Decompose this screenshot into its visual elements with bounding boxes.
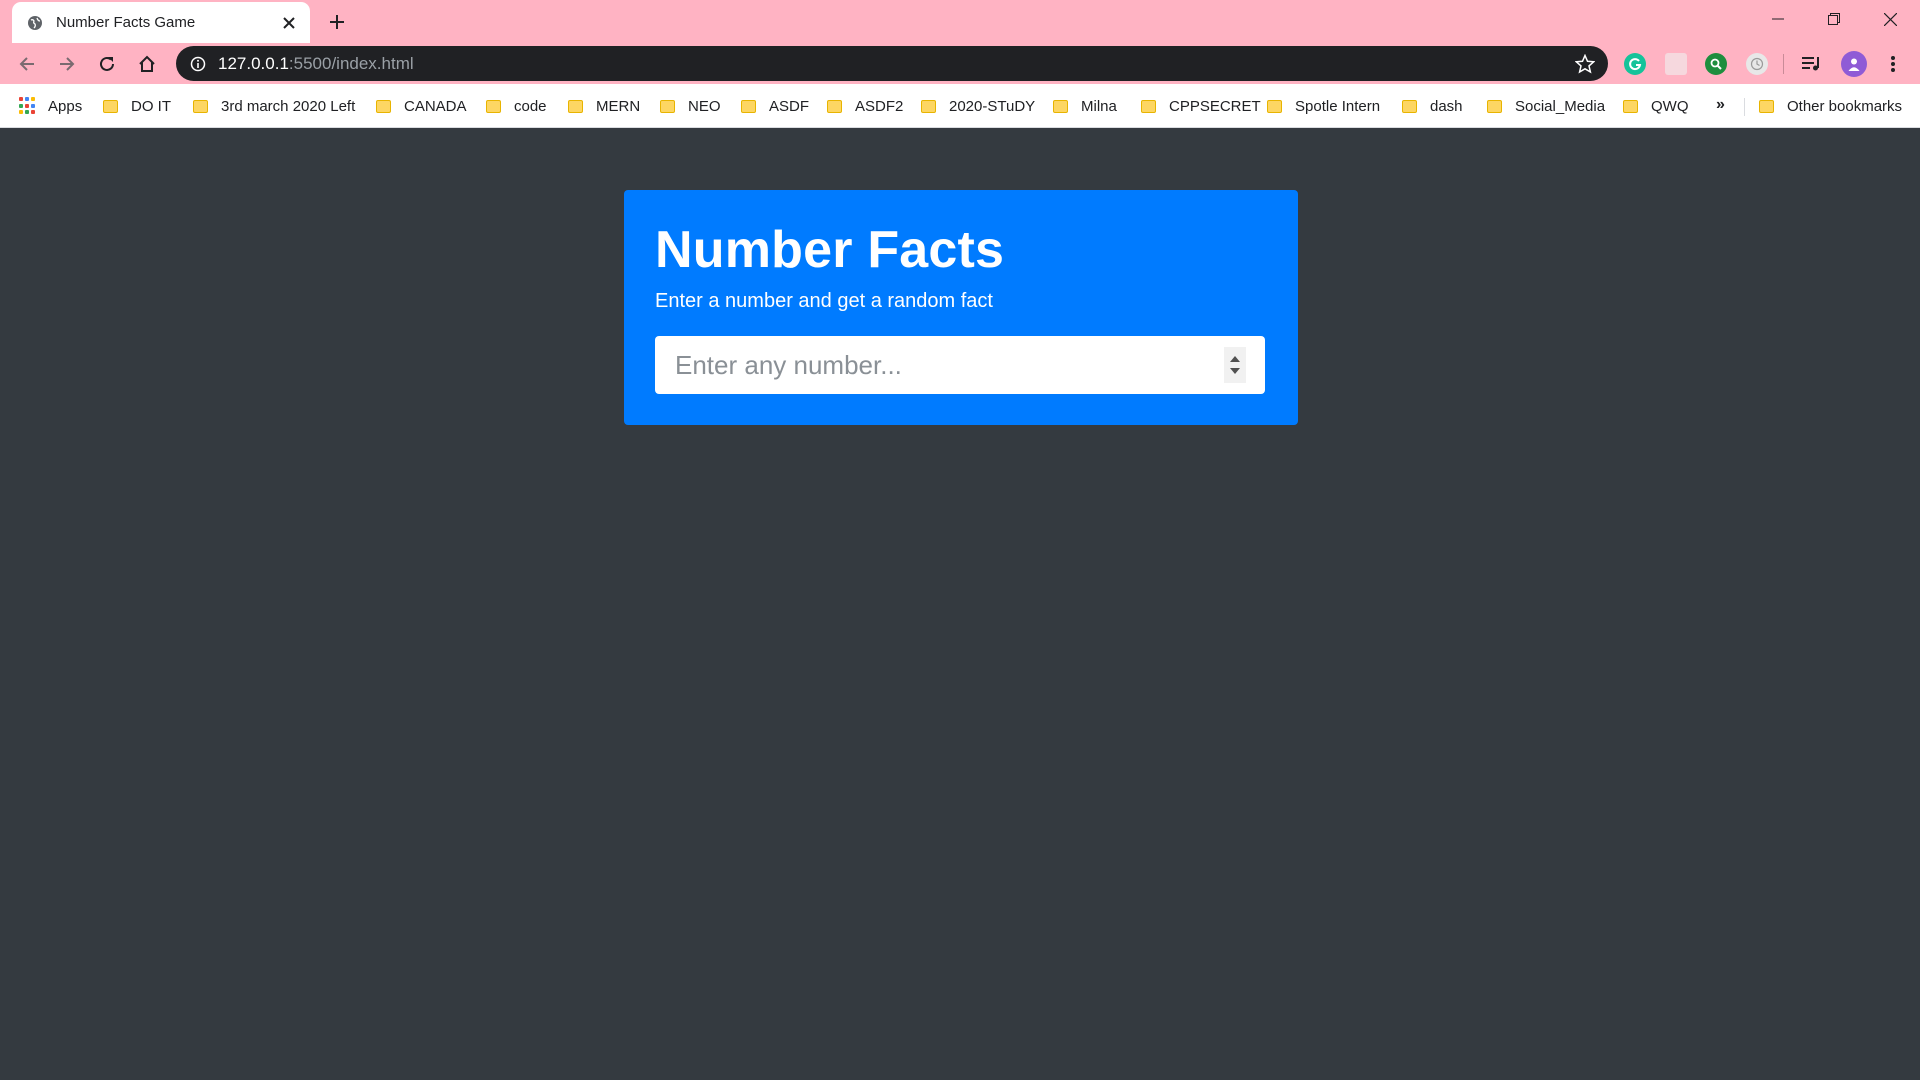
avatar[interactable]: [1841, 51, 1867, 77]
media-queue-icon[interactable]: [1800, 53, 1822, 75]
url-path: :5500/index.html: [288, 53, 414, 73]
number-stepper[interactable]: [1224, 347, 1246, 383]
menu-icon[interactable]: [1882, 53, 1904, 75]
bookmark-label: 3rd march 2020 Left: [221, 97, 356, 115]
info-icon[interactable]: [189, 55, 207, 73]
url-host: 127.0.0.1: [218, 53, 289, 73]
globe-icon: [26, 14, 44, 32]
folder-icon: [660, 99, 675, 113]
tab-strip: Number Facts Game: [0, 0, 1920, 43]
bookmark-folder[interactable]: code: [486, 94, 547, 118]
bookmark-label: Apps: [48, 97, 83, 115]
stepper-down-icon[interactable]: [1230, 368, 1240, 374]
restore-icon[interactable]: [1806, 0, 1862, 38]
url-text: 127.0.0.1:5500/index.html: [218, 54, 414, 74]
bookmark-folder[interactable]: dash: [1402, 94, 1463, 118]
folder-icon: [1759, 99, 1774, 113]
bookmark-folder[interactable]: ASDF2: [827, 94, 903, 118]
folder-icon: [1053, 99, 1068, 113]
bookmark-label: CANADA: [404, 97, 467, 115]
bookmark-folder[interactable]: DO IT: [103, 94, 171, 118]
forward-arrow-icon[interactable]: [52, 49, 82, 79]
folder-icon: [1487, 99, 1502, 113]
bookmark-folder[interactable]: CANADA: [376, 94, 467, 118]
bookmark-label: ASDF: [769, 97, 810, 115]
clock-extension-icon[interactable]: [1746, 53, 1768, 75]
browser-tab[interactable]: Number Facts Game: [12, 2, 310, 43]
window-close-icon[interactable]: [1862, 0, 1918, 38]
folder-icon: [1141, 99, 1156, 113]
bookmark-folder[interactable]: QWQ: [1623, 94, 1689, 118]
bookmark-label: DO IT: [131, 97, 171, 115]
more-bookmarks-button[interactable]: »: [1716, 96, 1725, 114]
browser-toolbar: 127.0.0.1:5500/index.html: [0, 43, 1920, 84]
bookmark-folder[interactable]: 2020-STuDY: [921, 94, 1035, 118]
page-subtitle: Enter a number and get a random fact: [655, 290, 993, 312]
folder-icon: [1402, 99, 1417, 113]
address-bar[interactable]: 127.0.0.1:5500/index.html: [176, 46, 1608, 81]
folder-icon: [103, 99, 118, 113]
bookmark-label: dash: [1430, 97, 1463, 115]
bookmark-folder[interactable]: 3rd march 2020 Left: [193, 94, 355, 118]
bookmark-label: Milna: [1081, 97, 1117, 115]
toolbar-divider: [1783, 54, 1784, 74]
bookmarks-divider: [1744, 98, 1745, 116]
folder-icon: [568, 99, 583, 113]
reload-icon[interactable]: [92, 49, 122, 79]
tab-title: Number Facts Game: [56, 14, 196, 31]
plus-icon[interactable]: [325, 10, 349, 34]
page-title: Number Facts: [655, 221, 1005, 279]
bookmark-label: code: [514, 97, 547, 115]
folder-icon: [376, 99, 391, 113]
number-facts-card: Number Facts Enter a number and get a ra…: [624, 190, 1298, 425]
grammarly-icon[interactable]: [1624, 53, 1646, 75]
home-icon[interactable]: [132, 49, 162, 79]
bookmark-label: ASDF2: [855, 97, 904, 115]
close-icon[interactable]: [278, 12, 300, 34]
extension-icon[interactable]: [1665, 53, 1687, 75]
minimize-icon[interactable]: [1750, 0, 1806, 38]
star-icon[interactable]: [1575, 54, 1595, 74]
bookmark-folder[interactable]: Spotle Intern: [1267, 94, 1380, 118]
search-extension-icon[interactable]: [1705, 53, 1727, 75]
bookmark-label: Social_Media: [1515, 97, 1606, 115]
bookmark-folder[interactable]: CPPSECRET: [1141, 94, 1261, 118]
folder-icon: [486, 99, 501, 113]
bookmark-folder[interactable]: MERN: [568, 94, 640, 118]
bookmark-label: CPPSECRET: [1169, 97, 1261, 115]
bookmark-folder[interactable]: Milna: [1053, 94, 1117, 118]
bookmark-folder[interactable]: Social_Media: [1487, 94, 1605, 118]
bookmark-folder[interactable]: NEO: [660, 94, 721, 118]
bookmark-label: MERN: [596, 97, 641, 115]
bookmark-folder[interactable]: ASDF: [741, 94, 809, 118]
bookmark-apps[interactable]: Apps: [19, 94, 82, 118]
bookmark-label: 2020-STuDY: [949, 97, 1036, 115]
bookmark-label: Other bookmarks: [1787, 97, 1903, 115]
folder-icon: [193, 99, 208, 113]
stepper-up-icon[interactable]: [1230, 356, 1240, 362]
back-arrow-icon[interactable]: [12, 49, 42, 79]
bookmarks-bar: Apps DO IT 3rd march 2020 Left CANADA co…: [0, 84, 1920, 128]
folder-icon: [1267, 99, 1282, 113]
bookmark-other[interactable]: Other bookmarks: [1759, 94, 1902, 118]
bookmark-label: Spotle Intern: [1295, 97, 1381, 115]
folder-icon: [1623, 99, 1638, 113]
folder-icon: [827, 99, 842, 113]
folder-icon: [741, 99, 756, 113]
number-input[interactable]: [655, 336, 1265, 394]
bookmark-label: QWQ: [1651, 97, 1689, 115]
folder-icon: [921, 99, 936, 113]
apps-grid-icon: [19, 97, 37, 115]
bookmark-label: NEO: [688, 97, 721, 115]
